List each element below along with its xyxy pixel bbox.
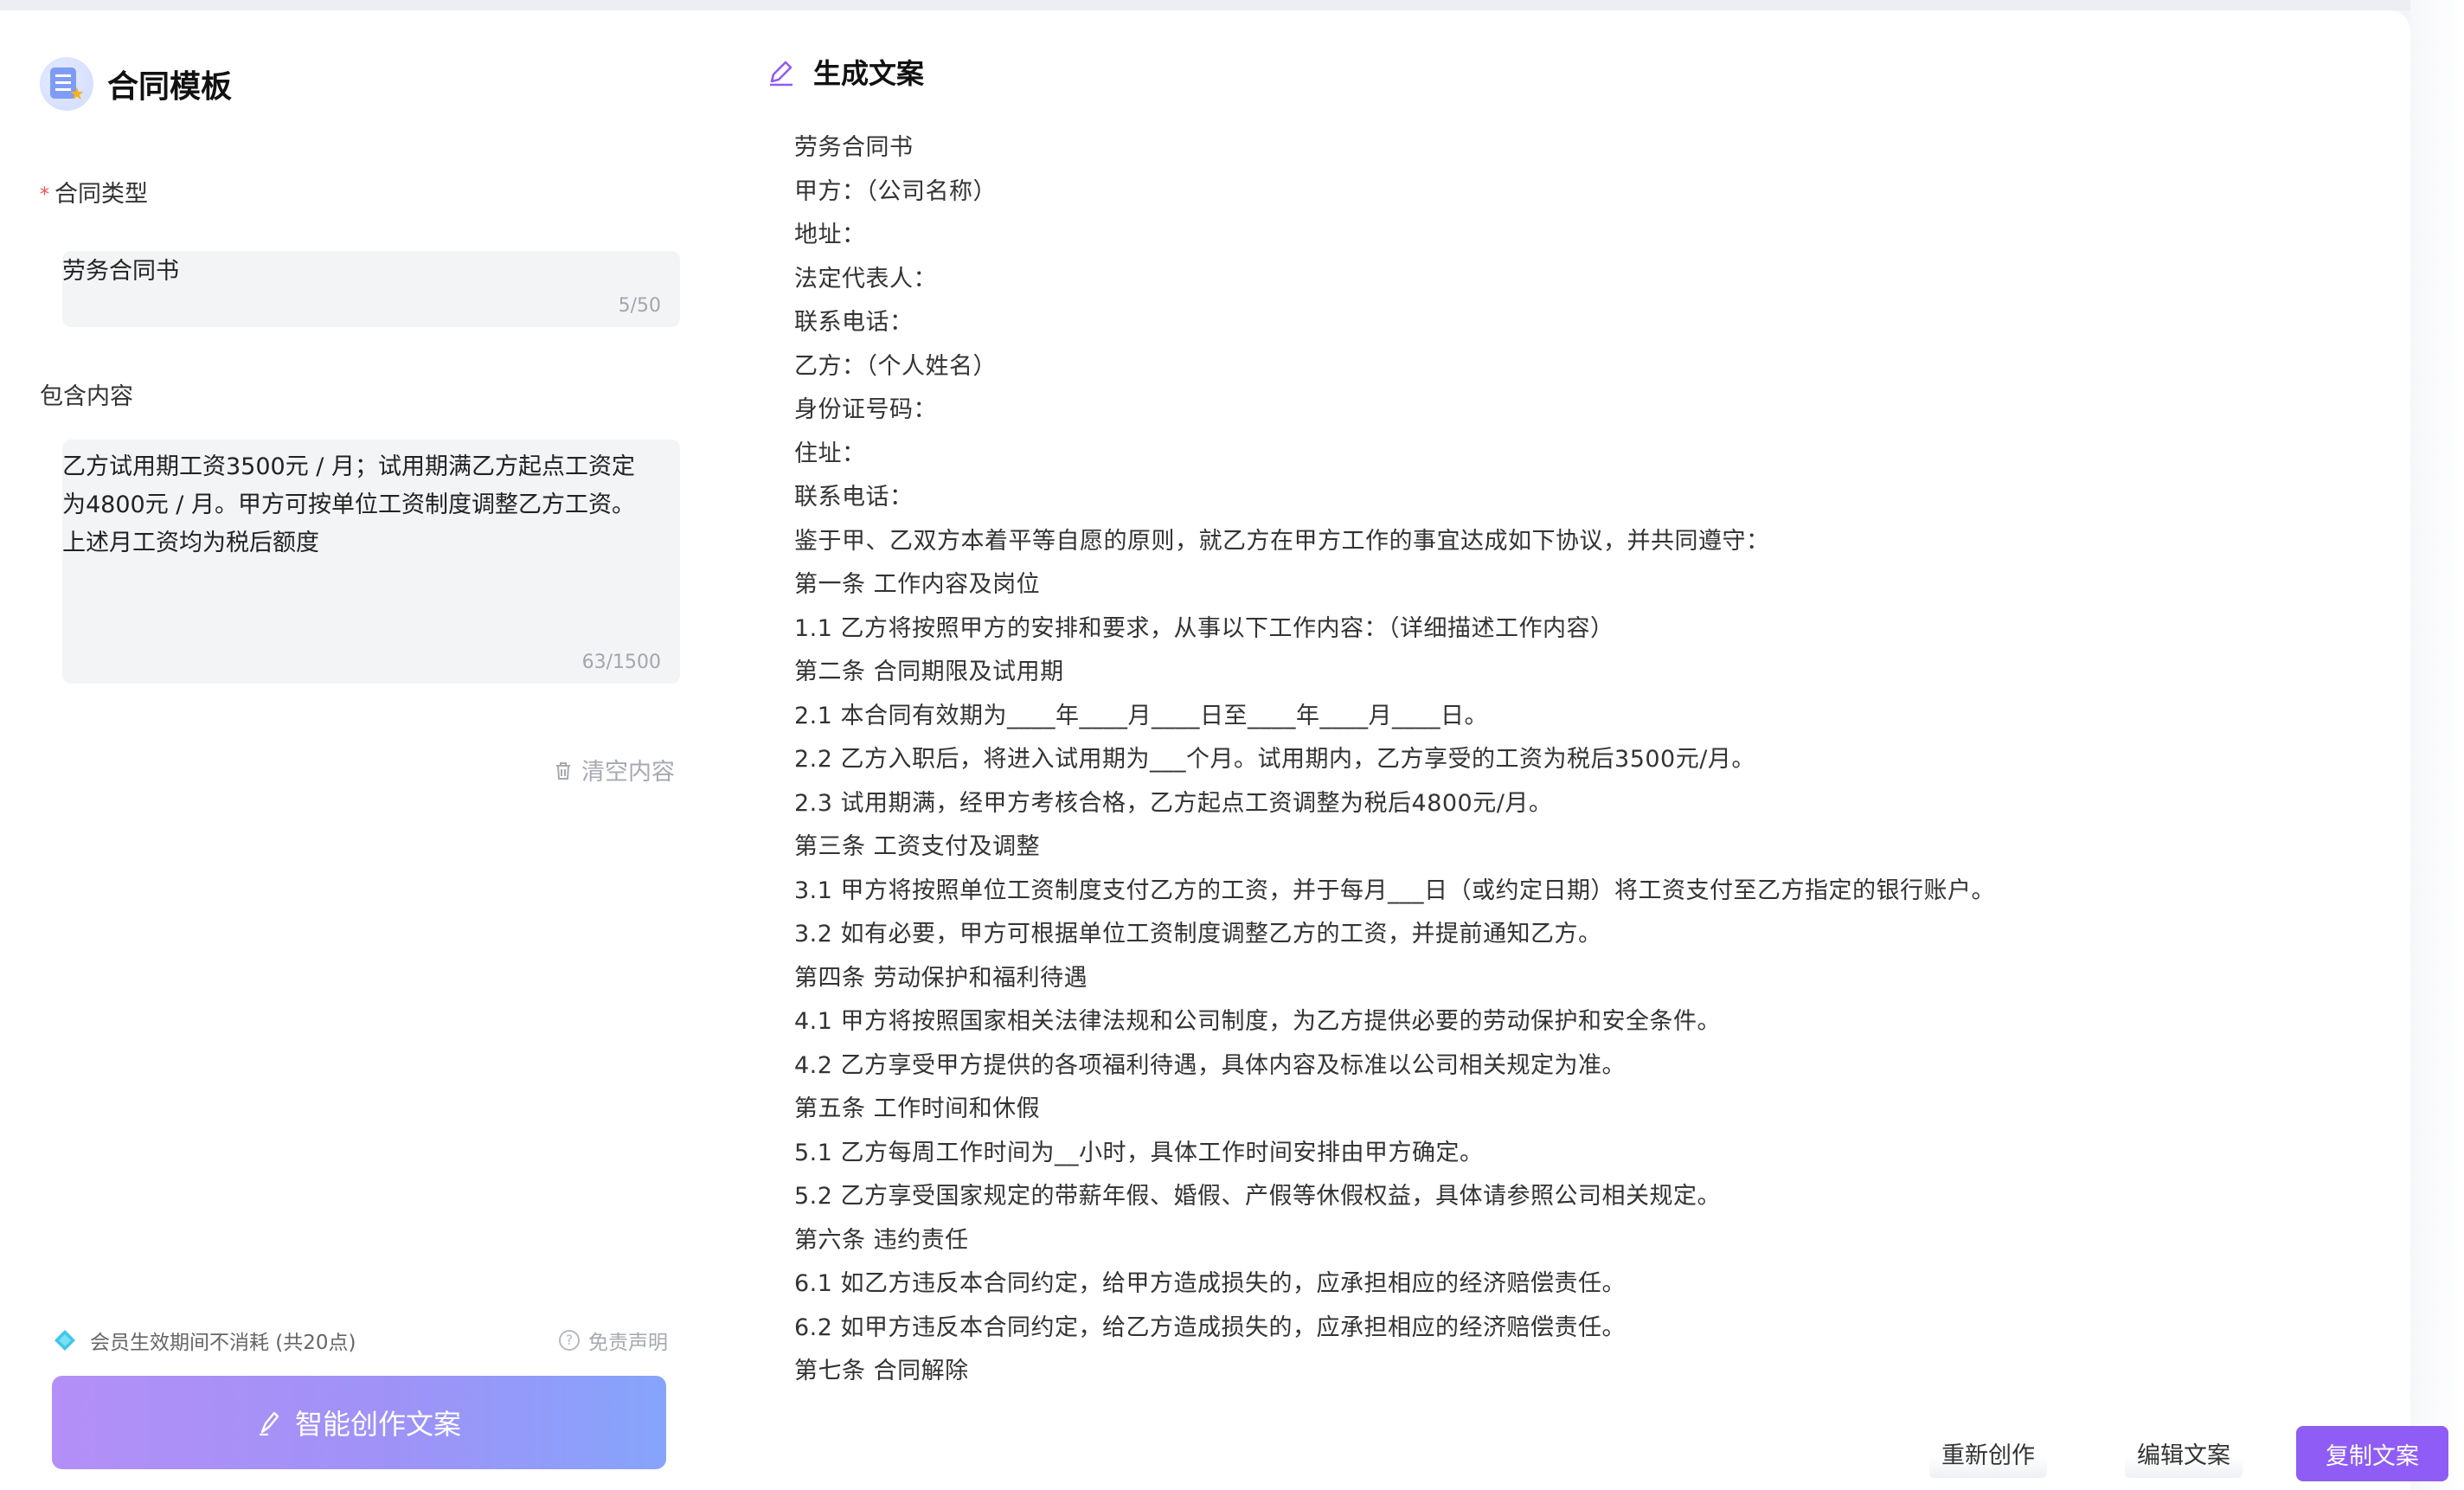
document-line: 5.2 乙方享受国家规定的带薪年假、婚假、产假等休假权益，具体请参照公司相关规定… (794, 1183, 1722, 1210)
document-line: 住址： (794, 440, 866, 467)
document-line: 第三条 工资支付及调整 (794, 833, 1041, 860)
document-line: 地址： (794, 222, 866, 248)
document-line: 2.2 乙方入职后，将进入试用期为___个月。试用期内，乙方享受的工资为税后35… (794, 746, 1755, 773)
copy-text-button[interactable]: 复制文案 (2296, 1426, 2448, 1481)
document-line: 乙方：（个人姓名） (794, 352, 997, 380)
result-title: 生成文案 (810, 52, 928, 92)
generated-document: 劳务合同书甲方：（公司名称） 地址： 法定代表人： 联系电话： 乙方：（个人姓名） 身份证… (794, 126, 2386, 1394)
contract-type-input[interactable]: 劳务合同书 5/50 (62, 251, 680, 327)
document-line: 第一条 工作内容及岗位 (794, 571, 1041, 598)
right-edge-shade (2410, 0, 2464, 1490)
document-line: 第二条 合同期限及试用期 (794, 658, 1064, 685)
create-copy-label: 智能创作文案 (294, 1408, 461, 1441)
content-textarea[interactable]: 乙方试用期工资3500元 / 月；试用期满乙方起点工资定 为4800元 / 月。… (62, 440, 680, 684)
disclaimer-label: 免责声明 (588, 1332, 668, 1354)
document-line: 法定代表人： (794, 265, 937, 292)
document-line: 联系电话： (794, 309, 914, 336)
document-line: 身份证号码： (794, 396, 937, 423)
result-panel: 生成文案 劳务合同书甲方：（公司名称） 地址： 法定代表人： 联系电话： 乙方：（个人姓… (761, 10, 2448, 1490)
result-header: 生成文案 (767, 52, 928, 92)
document-line: 第五条 工作时间和休假 (794, 1095, 1041, 1122)
member-note: 会员生效期间不消耗 (共20点) (90, 1332, 356, 1354)
top-strip (0, 0, 2464, 10)
document-line: 5.1 乙方每周工作时间为__小时，具体工作时间安排由甲方确定。 (794, 1139, 1484, 1166)
document-line: 第四条 劳动保护和福利待遇 (794, 964, 1088, 992)
contract-type-value: 劳务合同书 (62, 258, 179, 285)
document-line: 6.1 如乙方违反本合同约定，给甲方造成损失的，应承担相应的经济赔偿责任。 (794, 1270, 1627, 1297)
document-line: 6.2 如甲方违反本合同约定，给乙方造成损失的，应承担相应的经济赔偿责任。 (794, 1313, 1627, 1341)
document-line: 4.2 乙方享受甲方提供的各项福利待遇，具体内容及标准以公司相关规定为准。 (794, 1051, 1627, 1079)
document-line: 2.1 本合同有效期为____年____月____日至____年____月___… (794, 702, 1489, 729)
required-asterisk: * (40, 184, 49, 206)
document-line: 劳务合同书 (794, 134, 914, 161)
contract-template-icon: ★ (40, 57, 93, 111)
clear-content-label: 清空内容 (581, 759, 675, 786)
clear-content-button[interactable]: 清空内容 (554, 753, 675, 787)
member-footer: 会员生效期间不消耗 (共20点) ? 免责声明 (54, 1326, 668, 1355)
edit-copy-button[interactable]: 编辑文案 (2125, 1428, 2243, 1478)
page: ★ 合同模板 * 合同类型 劳务合同书 5/50 包含内容 乙方试用期工资3500… (0, 0, 2464, 1490)
edit-pen-icon (770, 61, 792, 87)
regenerate-button[interactable]: 重新创作 (1929, 1428, 2047, 1478)
document-line: 3.1 甲方将按照单位工资制度支付乙方的工资，并于每月___日（或约定日期）将工… (794, 877, 1996, 904)
document-line: 联系电话： (794, 484, 914, 511)
document-line: 第七条 合同解除 (794, 1358, 969, 1384)
disclaimer-link[interactable]: ? 免责声明 (559, 1326, 668, 1355)
left-panel: ★ 合同模板 * 合同类型 劳务合同书 5/50 包含内容 乙方试用期工资3500… (0, 10, 709, 1490)
document-line: 4.1 甲方将按照国家相关法律法规和公司制度，为乙方提供必要的劳动保护和安全条件… (794, 1008, 1722, 1035)
document-line: 2.3 试用期满，经甲方考核合格，乙方起点工资调整为税后4800元/月。 (794, 789, 1553, 817)
document-line: 1.1 乙方将按照甲方的安排和要求，从事以下工作内容：（详细描述工作内容） (794, 614, 1614, 642)
document-line: 3.2 如有必要，甲方可根据单位工资制度调整乙方的工资，并提前通知乙方。 (794, 921, 1602, 947)
document-line: 鉴于甲、乙双方本着平等自愿的原则，就乙方在甲方工作的事宜达成如下协议，并共同遵守… (794, 527, 1770, 555)
question-circle-icon: ? (559, 1330, 580, 1351)
panel-header: ★ 合同模板 (40, 54, 232, 114)
content-value: 乙方试用期工资3500元 / 月；试用期满乙方起点工资定 为4800元 / 月。… (62, 453, 635, 556)
content-label: 包含内容 (40, 383, 133, 410)
contract-type-counter: 5/50 (618, 295, 661, 317)
contract-type-label: * 合同类型 (40, 181, 148, 208)
trash-icon (554, 761, 571, 780)
result-actions: 重新创作 编辑文案 复制文案 (761, 1416, 2448, 1481)
content-counter: 63/1500 (581, 652, 661, 673)
create-copy-button[interactable]: 智能创作文案 (52, 1376, 666, 1469)
diamond-icon (55, 1330, 75, 1351)
document-line: 甲方：（公司名称） (794, 177, 997, 205)
page-title: 合同模板 (107, 69, 233, 105)
document-line: 第六条 违约责任 (794, 1226, 969, 1254)
magic-pen-icon (259, 1411, 279, 1435)
